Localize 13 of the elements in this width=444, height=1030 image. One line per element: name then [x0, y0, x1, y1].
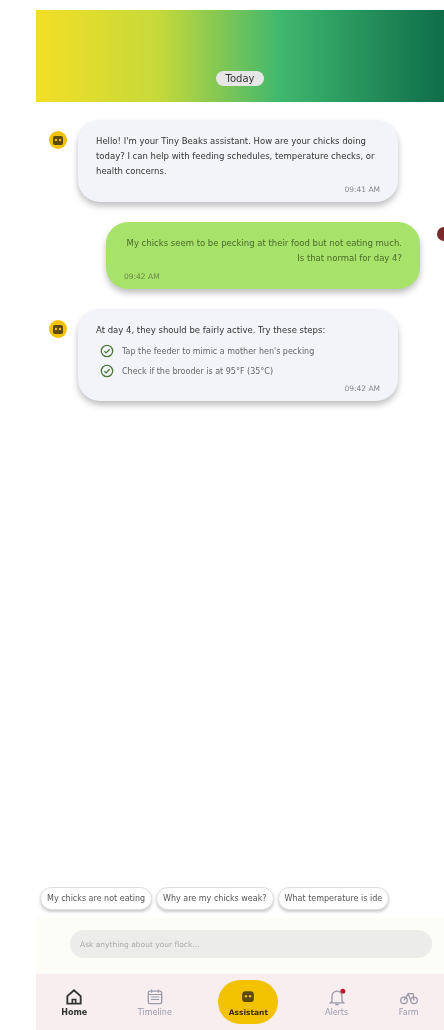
message-text: My chicks seem to be pecking at their food but not eating much. Is that normal for day 4? [125, 237, 402, 265]
robot-avatar-icon [48, 130, 68, 150]
robot-avatar-icon [48, 319, 68, 339]
message-text: Hello! I'm your Tiny Beaks assistant. How are your chicks doing today? I can help with feeding schedules, temperature checks, or health concerns. [96, 135, 376, 178]
suggestion-chip[interactable]: Why are my chicks weak? [156, 887, 274, 910]
suggestion-chip[interactable]: My chicks are not eating [40, 887, 153, 910]
user-avatar-icon [436, 226, 444, 242]
message-text: At day 4, they should be fairly active. Try these steps: [96, 324, 327, 337]
date-chip: Today [215, 71, 265, 86]
nav-tab[interactable]: Home [57, 985, 92, 1019]
step-text: Tap the feeder to mimic a mother hen's pecking [122, 346, 315, 356]
step-text: Check if the brooder is at 95°F (35°C) [122, 366, 274, 376]
suggestion-chip[interactable]: What temperature is ide [277, 887, 390, 910]
